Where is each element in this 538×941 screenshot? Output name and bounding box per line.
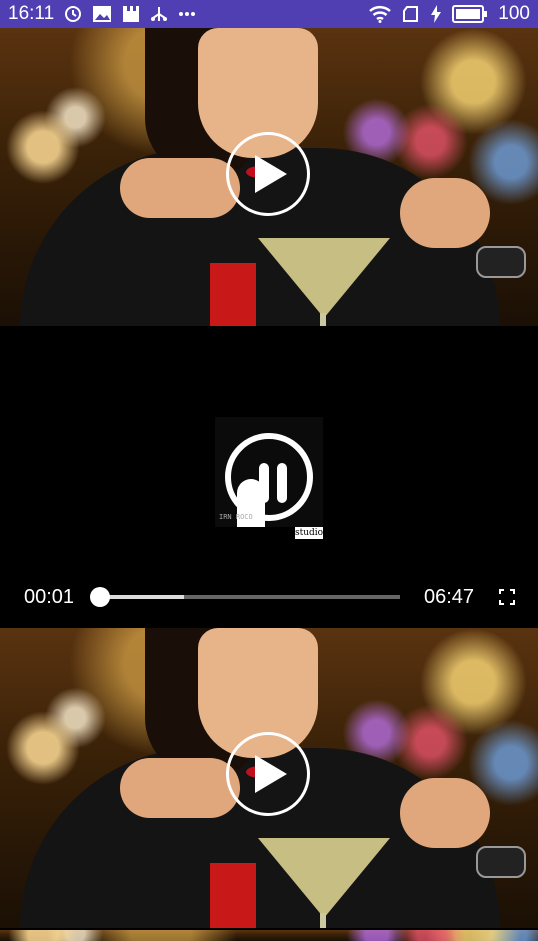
play-button[interactable] <box>226 732 310 816</box>
image-icon <box>92 5 112 23</box>
more-icon <box>178 11 196 17</box>
play-icon <box>255 155 287 193</box>
charging-icon <box>430 5 442 23</box>
status-bar-left: 16:11 <box>8 3 196 25</box>
video-thumbnail <box>0 930 538 941</box>
play-icon <box>255 755 287 793</box>
wifi-icon <box>368 5 392 23</box>
current-time: 00:01 <box>24 585 75 608</box>
seek-bar[interactable] <box>90 587 400 607</box>
seek-buffer <box>100 595 184 599</box>
video-list-item[interactable] <box>0 930 538 941</box>
app-icon <box>122 5 140 23</box>
video-list-item[interactable] <box>0 28 538 326</box>
studio-logo: IRN ROCO studio <box>215 417 323 539</box>
status-time: 16:11 <box>8 3 55 24</box>
logo-side-text: IRN ROCO <box>219 513 253 521</box>
battery-icon <box>452 5 488 23</box>
sim-icon <box>402 5 420 23</box>
video-list-item[interactable] <box>0 628 538 928</box>
player-controls: 00:01 06:47 <box>0 580 538 614</box>
play-button[interactable] <box>226 132 310 216</box>
logo-text: studio <box>295 527 324 539</box>
seek-thumb[interactable] <box>90 587 110 607</box>
usb-icon <box>150 5 168 23</box>
status-bar-right: 100 <box>368 3 530 25</box>
fullscreen-icon <box>499 589 515 605</box>
status-bar: 16:11 100 <box>0 0 538 28</box>
battery-level: 100 <box>498 3 530 24</box>
fullscreen-button[interactable] <box>498 588 516 612</box>
alarm-icon <box>64 5 82 23</box>
total-time: 06:47 <box>424 585 475 608</box>
